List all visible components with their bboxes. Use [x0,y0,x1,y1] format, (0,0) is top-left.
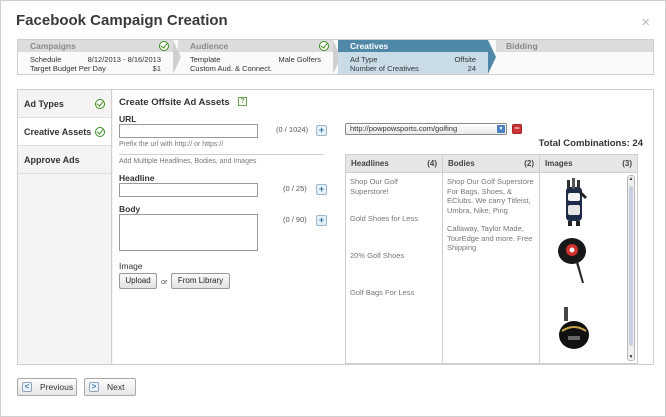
main-panel: Ad Types Creative Assets Approve Ads Cre… [17,89,654,365]
body-char-count: (0 / 90) [283,215,307,224]
url-label: URL [119,114,137,124]
headline-label: Headline [119,173,155,183]
step-separator [488,40,496,74]
headline-item[interactable]: Shop Our Golf Superstore! [350,177,438,205]
black-driver-image[interactable] [554,305,594,355]
step-field-label: Template [190,55,221,64]
step-field-label: Ad Type [350,55,378,64]
body-item[interactable]: Shop Our Golf Superstore For Bags, Shoes… [447,177,535,215]
images-scrollbar[interactable]: ▲ ▼ [627,175,635,361]
step-field-label: Schedule [30,55,62,64]
headline-item[interactable]: 20% Golf Shoes [350,251,438,279]
column-title: Images [545,159,573,168]
bodies-column: Bodies (2) Shop Our Golf Superstore For B… [443,155,540,363]
step-label: Bidding [506,41,538,51]
column-title: Bodies [448,159,475,168]
check-icon [159,41,169,51]
step-field-value: Male Golfers [278,55,321,64]
chevron-down-icon: ▼ [497,125,505,133]
sidebar-item-label: Creative Assets [24,127,92,137]
dialog-title: Facebook Campaign Creation [16,12,228,29]
headline-char-count: (0 / 25) [283,184,307,193]
sidebar-item-label: Ad Types [24,99,64,109]
step-field-value: 8/12/2013 - 8/16/2013 [87,55,161,64]
sidebar-item-ad-types[interactable]: Ad Types [18,90,111,118]
step-audience[interactable]: Audience Template Male Golfers Custom Aud… [178,40,333,74]
step-creatives[interactable]: Creatives Ad Type Offsite Number of Creat… [338,40,488,74]
or-text: or [161,277,168,286]
wizard-steps: Campaigns Schedule 8/12/2013 - 8/16/2013 … [17,39,654,75]
check-icon [95,127,105,137]
from-library-button[interactable]: From Library [171,273,230,289]
add-url-button[interactable]: + [316,125,327,136]
step-bidding[interactable]: Bidding [496,40,653,74]
next-label: Next [107,382,125,392]
previous-label: Previous [40,382,74,392]
scroll-up-icon[interactable]: ▲ [628,176,634,182]
remove-url-button[interactable]: − [512,124,522,134]
body-item[interactable]: Callaway, Taylor Made, TourEdge and more… [447,224,535,253]
column-count: (4) [427,159,437,168]
content-area: Create Offsite Ad Assets ? URL (0 / 1024… [113,90,653,364]
sidebar: Ad Types Creative Assets Approve Ads [18,90,112,364]
url-select-value: http://powpowsports.com/golfing [350,124,458,133]
headlines-column: Headlines (4) Shop Our Golf Superstore! G… [346,155,443,363]
sidebar-item-creative-assets[interactable]: Creative Assets [18,118,111,146]
step-label: Creatives [350,41,389,51]
image-label: Image [119,261,143,271]
url-hint: Prefix the url with http:// or https:// [119,141,224,148]
total-combinations: Total Combinations: 24 [538,138,643,149]
help-icon[interactable]: ? [238,97,247,106]
multi-hint: Add Multiple Headlines, Bodies, and Imag… [119,158,257,165]
column-count: (2) [524,159,534,168]
check-icon [319,41,329,51]
images-column: Images (3) ▲ ▼ [540,155,637,363]
step-label: Audience [190,41,229,51]
previous-button[interactable]: < Previous [17,378,77,396]
chevron-left-icon: < [22,382,32,392]
step-label: Campaigns [30,41,76,51]
url-input[interactable] [119,124,258,138]
next-button[interactable]: > Next [84,378,136,396]
headline-item[interactable]: Gold Shoes for Less [350,214,438,242]
step-field-value: $1 [152,64,161,73]
body-textarea[interactable] [119,214,258,251]
assets-grid: Headlines (4) Shop Our Golf Superstore! G… [345,154,638,364]
step-field-value: 24 [467,64,476,73]
section-title: Create Offsite Ad Assets [119,97,230,108]
sidebar-item-approve-ads[interactable]: Approve Ads [18,146,111,174]
url-char-count: (0 / 1024) [276,125,309,134]
step-field-label: Number of Creatives [350,64,419,73]
url-select[interactable]: http://powpowsports.com/golfing ▼ [345,123,507,135]
body-label: Body [119,204,141,214]
close-icon[interactable]: × [641,14,650,31]
golf-bag-image[interactable] [554,177,594,227]
scroll-down-icon[interactable]: ▼ [628,354,634,360]
add-body-button[interactable]: + [316,215,327,226]
campaign-dialog: Facebook Campaign Creation × Campaigns S… [0,0,666,417]
step-field-label: Target Budget Per Day [30,64,106,73]
upload-button[interactable]: Upload [119,273,157,289]
headline-input[interactable] [119,183,258,197]
sidebar-item-label: Approve Ads [24,155,80,165]
check-icon [95,99,105,109]
red-driver-image[interactable] [554,235,594,285]
scrollbar-thumb[interactable] [629,186,633,346]
step-field-label: Custom Aud. & Connect. [190,64,273,73]
headline-item[interactable]: Golf Bags For Less [350,288,438,316]
chevron-right-icon: > [89,382,99,392]
divider [119,154,324,155]
step-campaigns[interactable]: Campaigns Schedule 8/12/2013 - 8/16/2013 … [18,40,173,74]
column-title: Headlines [351,159,389,168]
add-headline-button[interactable]: + [316,184,327,195]
step-field-value: Offsite [454,55,476,64]
column-count: (3) [622,159,632,168]
